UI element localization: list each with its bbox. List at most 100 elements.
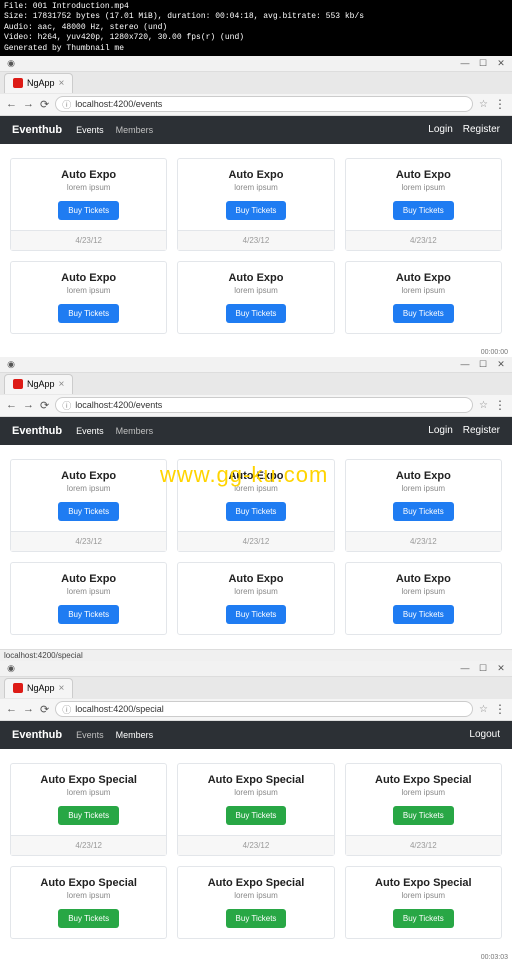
buy-tickets-button[interactable]: Buy Tickets (226, 502, 287, 521)
event-subtitle: lorem ipsum (184, 788, 327, 797)
forward-icon[interactable]: → (23, 399, 34, 411)
close-icon[interactable]: ✕ (496, 663, 506, 673)
back-icon[interactable]: ← (6, 399, 17, 411)
event-card: Auto Expo lorem ipsum Buy Tickets (10, 562, 167, 635)
reload-icon[interactable]: ⟳ (40, 703, 49, 716)
event-subtitle: lorem ipsum (184, 891, 327, 900)
buy-tickets-button[interactable]: Buy Tickets (226, 304, 287, 323)
url-input[interactable]: ⓘ localhost:4200/events (55, 397, 473, 413)
browser-tab[interactable]: NgApp × (4, 73, 73, 93)
buy-tickets-button[interactable]: Buy Tickets (226, 806, 287, 825)
back-icon[interactable]: ← (6, 703, 17, 715)
event-title: Auto Expo (352, 169, 495, 181)
event-card: Auto Expo Special lorem ipsum Buy Ticket… (10, 866, 167, 939)
event-subtitle: lorem ipsum (184, 286, 327, 295)
event-subtitle: lorem ipsum (17, 788, 160, 797)
window-controls: ◉ — ☐ ✕ (0, 357, 512, 373)
buy-tickets-button[interactable]: Buy Tickets (58, 304, 119, 323)
brand-logo[interactable]: Eventhub (12, 425, 62, 437)
maximize-icon[interactable]: ☐ (478, 359, 488, 369)
bookmark-icon[interactable]: ☆ (479, 704, 488, 715)
event-subtitle: lorem ipsum (17, 587, 160, 596)
event-title: Auto Expo Special (17, 877, 160, 889)
url-input[interactable]: ⓘ localhost:4200/special (55, 701, 473, 717)
url-input[interactable]: ⓘ localhost:4200/events (55, 96, 473, 112)
app-navbar: Eventhub Events Members Logout (0, 721, 512, 749)
buy-tickets-button[interactable]: Buy Tickets (393, 201, 454, 220)
browser-tab[interactable]: NgApp × (4, 678, 73, 698)
bookmark-icon[interactable]: ☆ (479, 400, 488, 411)
event-card: Auto Expo Special lorem ipsum Buy Ticket… (345, 763, 502, 856)
tab-close-icon[interactable]: × (59, 683, 65, 694)
event-card: Auto Expo lorem ipsum Buy Tickets (10, 261, 167, 334)
buy-tickets-button[interactable]: Buy Tickets (58, 502, 119, 521)
user-icon[interactable]: ◉ (6, 58, 16, 68)
nav-link-register[interactable]: Register (463, 425, 500, 436)
video-timestamp: 00:03:03 (0, 953, 512, 962)
menu-icon[interactable]: ⋮ (494, 398, 506, 412)
minimize-icon[interactable]: — (460, 359, 470, 369)
nav-link-login[interactable]: Login (428, 124, 452, 135)
event-subtitle: lorem ipsum (352, 788, 495, 797)
brand-logo[interactable]: Eventhub (12, 124, 62, 136)
window-controls: ◉ — ☐ ✕ (0, 56, 512, 72)
buy-tickets-button[interactable]: Buy Tickets (58, 909, 119, 928)
buy-tickets-button[interactable]: Buy Tickets (226, 201, 287, 220)
minimize-icon[interactable]: — (460, 58, 470, 68)
video-info-line: Audio: aac, 48000 Hz, stereo (und) (4, 23, 508, 33)
forward-icon[interactable]: → (23, 703, 34, 715)
event-subtitle: lorem ipsum (352, 183, 495, 192)
menu-icon[interactable]: ⋮ (494, 97, 506, 111)
event-title: Auto Expo Special (352, 877, 495, 889)
buy-tickets-button[interactable]: Buy Tickets (393, 605, 454, 624)
window-controls: ◉ — ☐ ✕ (0, 661, 512, 677)
event-title: Auto Expo Special (184, 774, 327, 786)
nav-link-events[interactable]: Events (76, 426, 104, 436)
buy-tickets-button[interactable]: Buy Tickets (58, 605, 119, 624)
maximize-icon[interactable]: ☐ (478, 58, 488, 68)
card-date: 4/23/12 (178, 835, 333, 855)
buy-tickets-button[interactable]: Buy Tickets (58, 201, 119, 220)
buy-tickets-button[interactable]: Buy Tickets (393, 502, 454, 521)
tab-title: NgApp (27, 78, 55, 88)
nav-link-events[interactable]: Events (76, 125, 104, 135)
menu-icon[interactable]: ⋮ (494, 702, 506, 716)
event-card: Auto Expo Special lorem ipsum Buy Ticket… (10, 763, 167, 856)
reload-icon[interactable]: ⟳ (40, 98, 49, 111)
nav-link-members[interactable]: Members (116, 426, 154, 436)
nav-link-logout[interactable]: Logout (469, 729, 500, 740)
tab-close-icon[interactable]: × (59, 379, 65, 390)
buy-tickets-button[interactable]: Buy Tickets (226, 909, 287, 928)
buy-tickets-button[interactable]: Buy Tickets (58, 806, 119, 825)
back-icon[interactable]: ← (6, 98, 17, 110)
nav-link-members[interactable]: Members (116, 730, 154, 740)
reload-icon[interactable]: ⟳ (40, 399, 49, 412)
minimize-icon[interactable]: — (460, 663, 470, 673)
nav-link-members[interactable]: Members (116, 125, 154, 135)
buy-tickets-button[interactable]: Buy Tickets (226, 605, 287, 624)
bookmark-icon[interactable]: ☆ (479, 99, 488, 110)
event-card: Auto Expo lorem ipsum Buy Tickets 4/23/1… (345, 459, 502, 552)
tab-close-icon[interactable]: × (59, 78, 65, 89)
brand-logo[interactable]: Eventhub (12, 729, 62, 741)
user-icon[interactable]: ◉ (6, 663, 16, 673)
nav-link-events[interactable]: Events (76, 730, 104, 740)
event-subtitle: lorem ipsum (17, 484, 160, 493)
browser-tab[interactable]: NgApp × (4, 374, 73, 394)
nav-link-register[interactable]: Register (463, 124, 500, 135)
event-title: Auto Expo Special (17, 774, 160, 786)
event-card: Auto Expo lorem ipsum Buy Tickets 4/23/1… (177, 158, 334, 251)
buy-tickets-button[interactable]: Buy Tickets (393, 806, 454, 825)
card-date: 4/23/12 (346, 531, 501, 551)
forward-icon[interactable]: → (23, 98, 34, 110)
video-info-line: Size: 17831752 bytes (17.01 MiB), durati… (4, 12, 508, 22)
close-icon[interactable]: ✕ (496, 359, 506, 369)
maximize-icon[interactable]: ☐ (478, 663, 488, 673)
nav-link-login[interactable]: Login (428, 425, 452, 436)
buy-tickets-button[interactable]: Buy Tickets (393, 909, 454, 928)
event-grid: Auto Expo lorem ipsum Buy Tickets 4/23/1… (10, 158, 502, 334)
card-date: 4/23/12 (178, 531, 333, 551)
close-icon[interactable]: ✕ (496, 58, 506, 68)
buy-tickets-button[interactable]: Buy Tickets (393, 304, 454, 323)
user-icon[interactable]: ◉ (6, 359, 16, 369)
